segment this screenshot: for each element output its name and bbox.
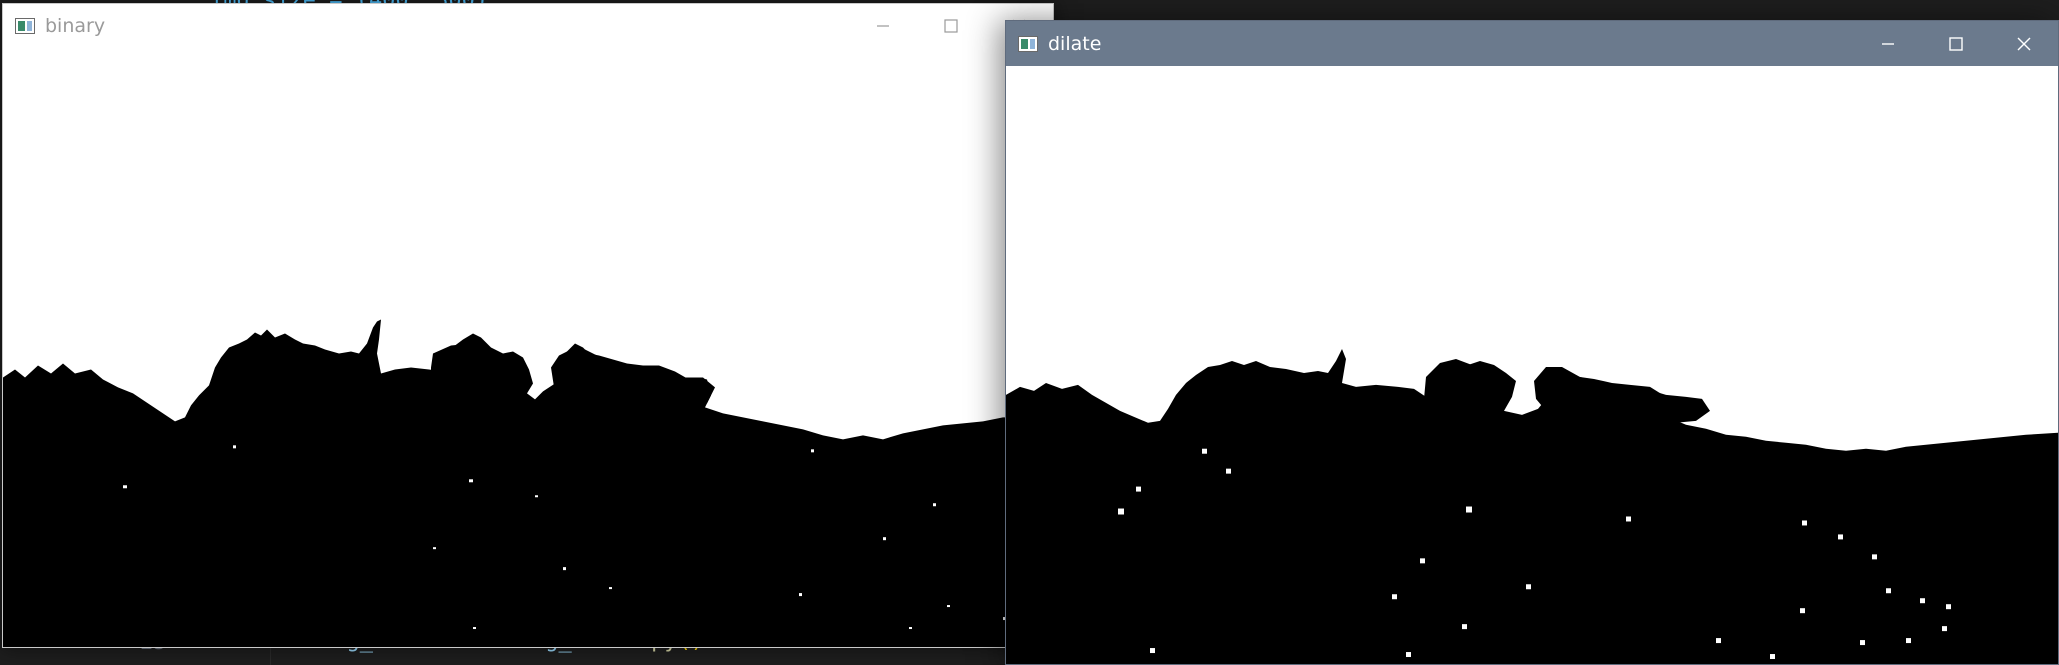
minimize-icon [1882,42,1894,45]
maximize-button[interactable] [917,4,985,48]
dilate-titlebar[interactable]: dilate [1006,21,2058,66]
close-button[interactable] [1990,21,2058,66]
maximize-button[interactable] [1922,21,1990,66]
binary-image-canvas [3,48,1053,647]
opencv-window-icon [15,18,35,34]
minimize-button[interactable] [1854,21,1922,66]
window-title: dilate [1048,32,1102,55]
maximize-icon [944,19,958,33]
binary-window[interactable]: binary [2,3,1054,648]
binary-mask-image [3,48,1053,647]
dilate-image-canvas [1006,66,2058,664]
minimize-icon [877,25,889,27]
minimize-button[interactable] [849,4,917,48]
opencv-window-icon [1018,35,1038,52]
binary-titlebar[interactable]: binary [3,4,1053,48]
dilate-window[interactable]: dilate [1005,20,2059,665]
window-controls [1854,21,2058,66]
dilate-mask-image [1006,66,2058,664]
window-title: binary [45,15,106,37]
close-icon [2017,37,2031,50]
maximize-icon [1949,36,1963,51]
